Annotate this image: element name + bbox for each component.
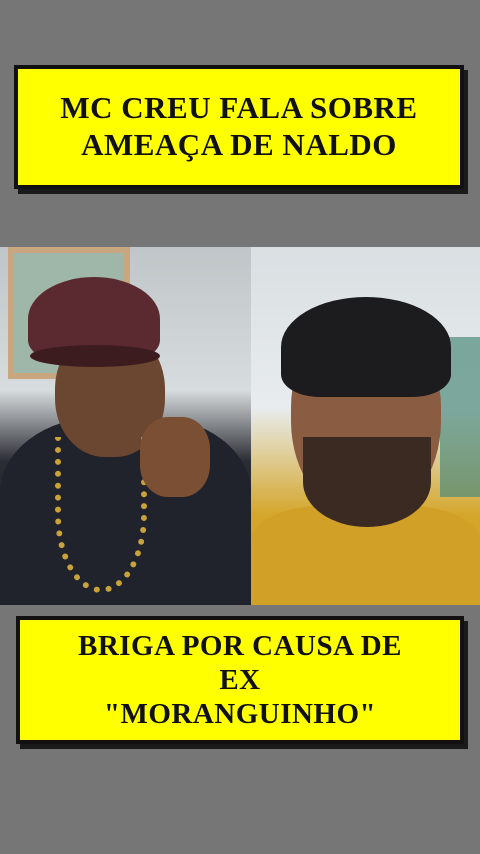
top-caption-banner: MC CREU FALA SOBRE AMEAÇA DE NALDO [14, 65, 464, 189]
person-left-chain [55, 437, 147, 593]
split-video-frame[interactable] [0, 247, 480, 605]
right-video-pane [251, 247, 480, 605]
bottom-caption-banner: BRIGA POR CAUSA DE EX "MORANGUINHO" [16, 616, 464, 744]
bottom-caption-line-2: EX [219, 663, 261, 696]
person-right-beanie [281, 297, 451, 397]
person-left-cap-brim [30, 345, 160, 367]
top-caption-line-2: AMEAÇA DE NALDO [81, 127, 397, 162]
left-video-pane [0, 247, 251, 605]
bottom-caption-line-3: "MORANGUINHO" [103, 698, 377, 731]
top-caption-line-1: MC CREU FALA SOBRE [60, 90, 418, 126]
bottom-caption-line-1: BRIGA POR CAUSA DE [77, 629, 403, 662]
person-right-beard [303, 437, 431, 527]
person-left-hand [140, 417, 210, 497]
